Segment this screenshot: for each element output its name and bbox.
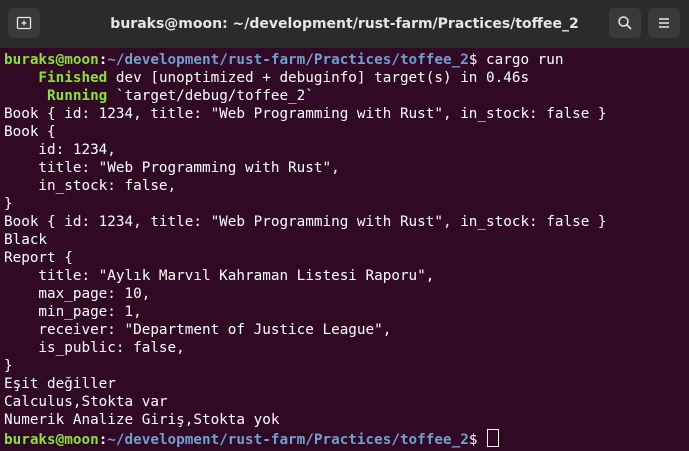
output-line: Book { id: 1234, title: "Web Programming… [4,106,607,122]
cargo-finished-line: Finished dev [unoptimized + debuginfo] t… [4,69,529,87]
terminal-output[interactable]: buraks@moon:~/development/rust-farm/Prac… [0,48,689,451]
prompt-dollar: $ [468,432,478,448]
output-line: Book { id: 1234, title: "Web Programming… [4,214,607,230]
output-line: Calculus,Stokta var [4,394,168,410]
output-line: Book { [4,124,56,140]
output-line: } [4,196,13,212]
menu-button[interactable] [648,8,680,38]
terminal-window: buraks@moon: ~/development/rust-farm/Pra… [0,0,689,451]
search-icon [618,16,632,30]
command-text: cargo run [477,52,564,68]
window-title: buraks@moon: ~/development/rust-farm/Pra… [110,16,579,32]
output-line: title: "Aylık Marvıl Kahraman Listesi Ra… [4,268,435,284]
hamburger-menu-icon [659,18,669,28]
output-line: title: "Web Programming with Rust", [4,160,340,176]
output-line: Black [4,232,48,248]
running-keyword: Running [4,88,108,104]
output-line: Report { [4,250,73,266]
prompt-path: ~/development/rust-farm/Practices/toffee… [107,52,469,68]
output-line: receiver: "Department of Justice League"… [4,322,392,338]
output-line: min_page: 1, [4,304,142,320]
output-line: } [4,358,13,374]
finished-keyword: Finished [4,70,108,86]
prompt-line: buraks@moon:~/development/rust-farm/Prac… [4,429,500,448]
output-line: in_stock: false, [4,178,177,194]
text-cursor[interactable] [487,429,500,447]
prompt-path: ~/development/rust-farm/Practices/toffee… [107,432,469,448]
prompt-colon: : [98,52,108,68]
output-line: Numerik Analize Giriş,Stokta yok [4,412,280,428]
running-detail: `target/debug/toffee_2` [107,88,314,104]
output-line: id: 1234, [4,142,116,158]
output-line: is_public: false, [4,340,185,356]
prompt-line: buraks@moon:~/development/rust-farm/Prac… [4,51,564,69]
prompt-user-host: buraks@moon [4,432,99,448]
output-line: Eşit değiller [4,376,116,392]
title-bar: buraks@moon: ~/development/rust-farm/Pra… [0,0,689,49]
cargo-running-line: Running `target/debug/toffee_2` [4,87,314,105]
output-line: max_page: 10, [4,286,151,302]
search-button[interactable] [609,8,641,38]
prompt-user-host: buraks@moon [4,52,99,68]
finished-detail: dev [unoptimized + debuginfo] target(s) … [107,70,530,86]
prompt-colon: : [98,432,108,448]
